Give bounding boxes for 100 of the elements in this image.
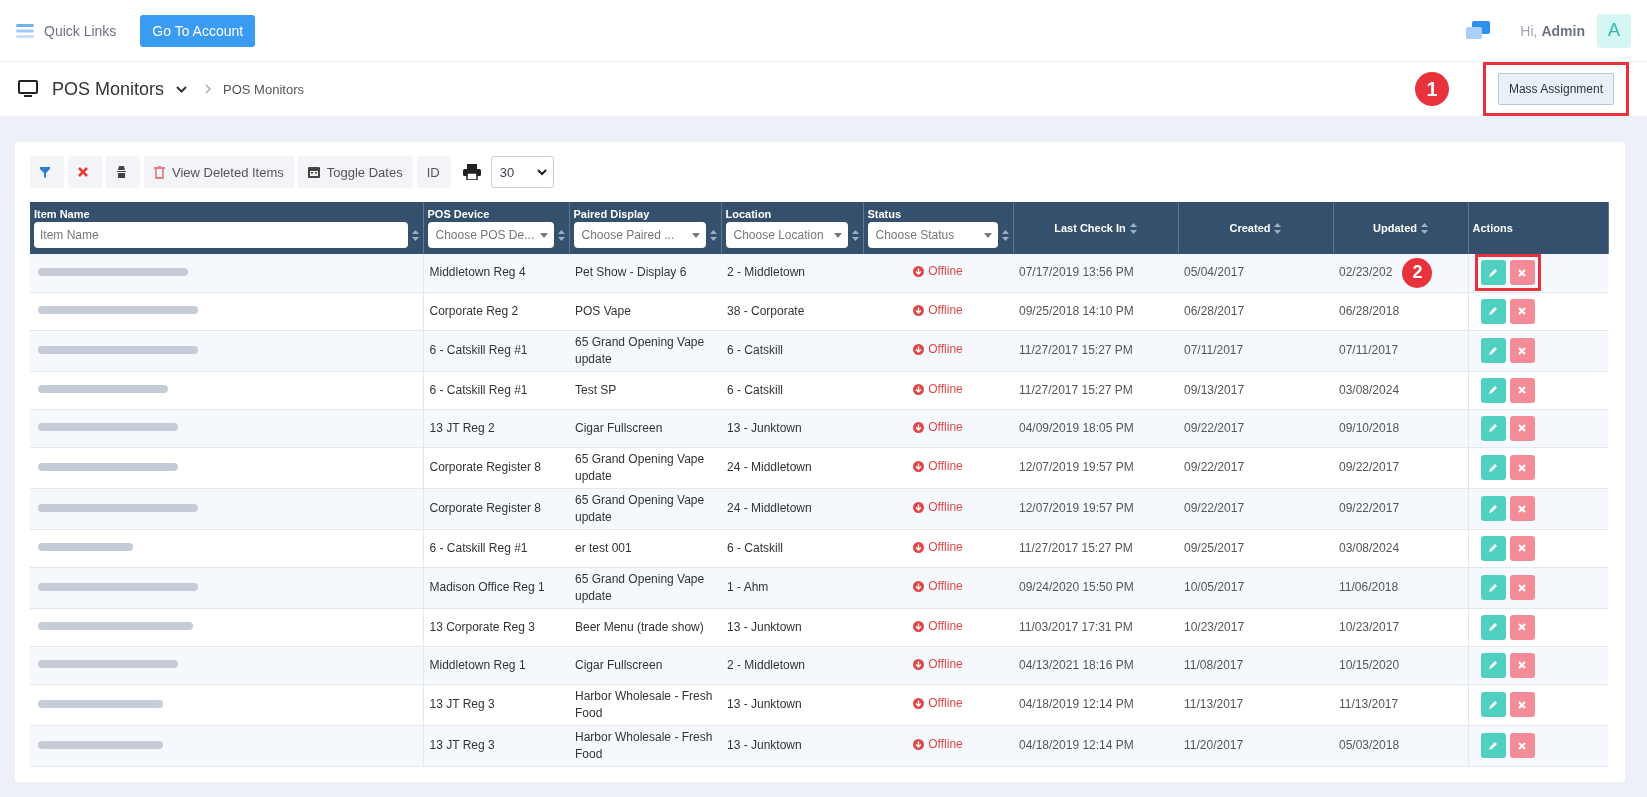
table-cell: 03/08/2024	[1339, 381, 1400, 399]
table-cell: 13 - Junktown	[727, 697, 802, 711]
edit-button[interactable]	[1480, 455, 1506, 480]
sort-icon[interactable]	[411, 229, 419, 241]
edit-button[interactable]	[1480, 496, 1506, 521]
filter-select[interactable]: Choose Location	[725, 222, 848, 248]
sort-icon[interactable]	[1129, 222, 1137, 234]
column-header: Paired Display	[573, 208, 651, 220]
print-icon[interactable]	[462, 164, 481, 180]
greeting-text: Hi,	[1520, 22, 1538, 39]
delete-button[interactable]	[1509, 535, 1535, 561]
sort-icon[interactable]	[1421, 222, 1428, 234]
edit-button[interactable]	[1480, 338, 1506, 363]
table-cell: 09/22/2017	[1184, 501, 1245, 515]
pencil-icon	[1488, 503, 1498, 514]
table-cell: 65 Grand Opening Vape update	[575, 334, 705, 366]
delete-button[interactable]	[1509, 455, 1535, 480]
table-cell: 07/11/2017	[1184, 343, 1244, 357]
filter-select[interactable]: Choose Status	[867, 222, 998, 248]
chevron-down-icon[interactable]	[176, 85, 188, 93]
table-cell: 11/03/2017 17:31 PM	[1019, 619, 1133, 634]
close-icon	[1518, 583, 1526, 592]
table-cell: 09/24/2020 15:50 PM	[1019, 580, 1134, 594]
table-cell: 6 - Catskill Reg #1	[429, 343, 528, 357]
column-header[interactable]: Last Check In	[1054, 222, 1126, 234]
table-cell: 13 - Junktown	[727, 420, 802, 435]
close-icon	[1518, 544, 1526, 552]
edit-button[interactable]	[1480, 733, 1506, 758]
chevron-down-icon	[536, 168, 547, 176]
table-cell: 11/13/2017	[1184, 697, 1244, 711]
edit-button[interactable]	[1480, 298, 1506, 324]
table-cell: 09/25/2017	[1184, 540, 1245, 555]
table-cell: 07/11/2017	[1339, 342, 1399, 359]
page-size-select[interactable]: 30	[490, 156, 554, 188]
sort-icon[interactable]	[557, 229, 565, 241]
table-cell: 12/07/2019 19:57 PM	[1019, 501, 1134, 515]
delete-button[interactable]	[1509, 575, 1535, 600]
column-header: Status	[867, 208, 903, 220]
clear-filter-button[interactable]	[68, 156, 102, 188]
edit-button[interactable]	[1480, 415, 1506, 441]
edit-button[interactable]	[1480, 377, 1506, 403]
toggle-dates-button[interactable]: Toggle Dates	[297, 156, 413, 188]
status-label: Offline	[913, 418, 963, 436]
view-deleted-items-button[interactable]: View Deleted Items	[144, 156, 294, 188]
delete-button[interactable]	[1509, 614, 1535, 640]
delete-button[interactable]	[1509, 733, 1535, 758]
chevron-right-icon	[205, 84, 212, 94]
table-cell: 09/22/2017	[1184, 420, 1245, 435]
table-cell: Corporate Register 8	[429, 501, 541, 515]
edit-button[interactable]	[1480, 692, 1506, 717]
edit-button[interactable]	[1480, 652, 1506, 678]
delete-button[interactable]	[1509, 298, 1535, 324]
delete-button[interactable]	[1509, 260, 1535, 286]
filter-select[interactable]: Choose Paired ...	[573, 222, 706, 248]
delete-button[interactable]	[1509, 652, 1535, 678]
table-cell: 10/23/2017	[1339, 618, 1400, 636]
table-cell: 6 - Catskill	[727, 382, 783, 397]
delete-button[interactable]	[1509, 496, 1535, 521]
quick-links-label[interactable]: Quick Links	[44, 22, 117, 39]
table-cell: 11/27/2017 15:27 PM	[1019, 343, 1133, 357]
edit-button[interactable]	[1480, 614, 1506, 640]
pencil-icon	[1488, 267, 1498, 278]
delete-button[interactable]	[1509, 338, 1535, 363]
edit-button[interactable]	[1480, 260, 1506, 286]
user-button[interactable]	[106, 156, 140, 188]
arrow-down-circle-icon	[913, 344, 925, 355]
close-icon	[1518, 463, 1526, 472]
breadcrumb-item[interactable]: POS Monitors	[223, 81, 304, 97]
column-header[interactable]: Updated	[1373, 222, 1417, 234]
delete-button[interactable]	[1509, 692, 1535, 717]
item-name-filter-field[interactable]: Item Name	[34, 222, 408, 248]
delete-button[interactable]	[1509, 415, 1535, 441]
table-cell: 65 Grand Opening Vape update	[575, 571, 705, 603]
edit-button[interactable]	[1480, 575, 1506, 600]
id-button[interactable]: ID	[416, 156, 451, 188]
filter-button[interactable]	[30, 156, 64, 188]
delete-button[interactable]	[1509, 377, 1535, 403]
edit-button[interactable]	[1480, 535, 1506, 561]
table-cell: 10/15/2020	[1339, 656, 1400, 674]
arrow-down-circle-icon	[913, 698, 925, 709]
table-cell: Corporate Register 8	[429, 460, 541, 474]
sort-icon[interactable]	[1001, 229, 1009, 241]
mass-assignment-button[interactable]: Mass Assignment	[1497, 73, 1614, 105]
table-cell: POS Vape	[575, 303, 631, 318]
sort-icon[interactable]	[709, 229, 717, 241]
sort-icon[interactable]	[1274, 222, 1282, 234]
table-cell: 11/27/2017 15:27 PM	[1019, 382, 1133, 397]
close-icon	[1518, 386, 1526, 394]
sort-icon[interactable]	[851, 229, 859, 241]
menu-icon[interactable]	[16, 23, 34, 38]
chat-icon[interactable]	[1466, 20, 1491, 41]
user-name: Admin	[1541, 22, 1585, 39]
filter-select[interactable]: Choose POS De...	[427, 222, 554, 248]
close-icon	[1518, 700, 1526, 709]
column-header[interactable]: Created	[1229, 222, 1271, 234]
close-icon	[1518, 623, 1526, 631]
arrow-down-circle-icon	[913, 421, 925, 433]
table-cell: 09/10/2018	[1339, 419, 1400, 437]
table-cell: 2 - Middletown	[727, 265, 806, 280]
table-cell: Test SP	[575, 382, 617, 397]
